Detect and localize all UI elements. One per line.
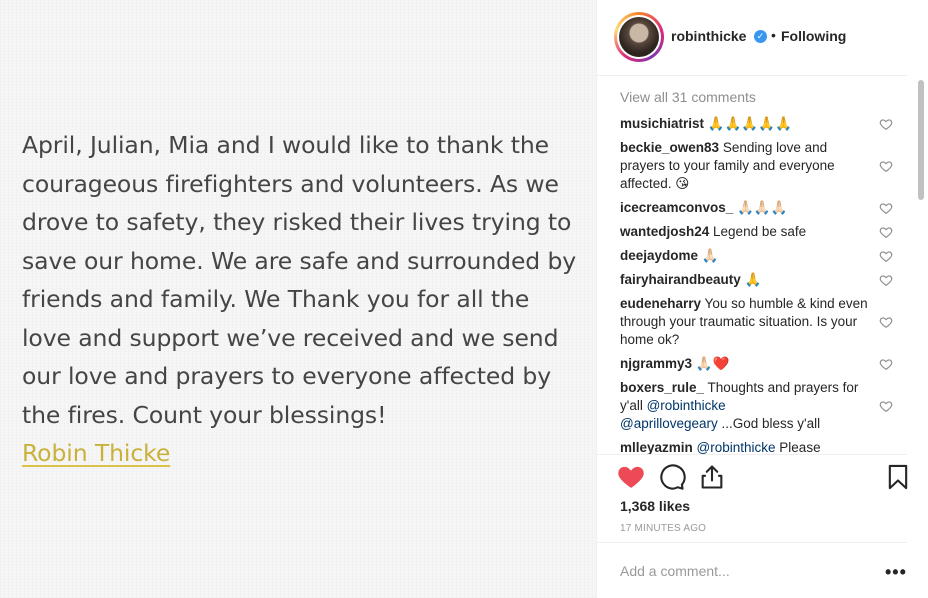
- comment: musichiatrist 🙏🙏🙏🙏🙏: [620, 115, 870, 133]
- comment-text: Legend be safe: [709, 224, 807, 239]
- mention-link[interactable]: @aprillovegeary: [620, 416, 718, 431]
- comment-username[interactable]: deejaydome: [620, 248, 698, 263]
- username-link[interactable]: robinthicke: [671, 28, 746, 44]
- comment-text: 🙏🙏🙏🙏🙏: [704, 116, 792, 131]
- comment-bubble-icon[interactable]: [658, 463, 686, 491]
- comment-like-icon[interactable]: [879, 201, 893, 215]
- separator-dot: •: [771, 27, 776, 43]
- comment-username[interactable]: icecreamconvos_: [620, 200, 733, 215]
- mention-link[interactable]: @robinthicke: [647, 398, 726, 413]
- comment: deejaydome 🙏🏻: [620, 247, 870, 265]
- post-signature: Robin Thicke: [22, 439, 171, 467]
- comment: boxers_rule_ Thoughts and prayers for y'…: [620, 379, 870, 433]
- post-header: robinthicke ✓ • Following: [597, 0, 928, 76]
- view-all-comments-link[interactable]: View all 31 comments: [620, 89, 756, 105]
- comment: wantedjosh24 Legend be safe: [620, 223, 870, 241]
- comment-like-icon[interactable]: [879, 357, 893, 371]
- comment-like-icon[interactable]: [879, 225, 893, 239]
- comment-like-icon[interactable]: [879, 399, 893, 413]
- comment: icecreamconvos_ 🙏🏻🙏🏻🙏🏻: [620, 199, 870, 217]
- comment-username[interactable]: musichiatrist: [620, 116, 704, 131]
- divider: [597, 542, 907, 543]
- comment-text: Please: [775, 440, 821, 454]
- post-body: April, Julian, Mia and I would like to t…: [22, 131, 577, 429]
- comment-username[interactable]: boxers_rule_: [620, 380, 704, 395]
- likes-count[interactable]: 1,368 likes: [620, 498, 690, 514]
- avatar[interactable]: [614, 12, 664, 62]
- comment-like-icon[interactable]: [879, 117, 893, 131]
- post-text: April, Julian, Mia and I would like to t…: [22, 126, 582, 473]
- comments-scrollbar[interactable]: [917, 80, 925, 454]
- action-bar: 1,368 likes 17 MINUTES AGO: [597, 455, 928, 545]
- scrollbar-thumb[interactable]: [918, 80, 924, 200]
- post-image[interactable]: April, Julian, Mia and I would like to t…: [0, 0, 596, 598]
- following-button[interactable]: Following: [781, 28, 846, 44]
- post-sidebar: robinthicke ✓ • Following View all 31 co…: [597, 0, 928, 598]
- verified-badge-icon: ✓: [754, 30, 767, 43]
- comment-text: 🙏🏻: [698, 248, 719, 263]
- comment-username[interactable]: njgrammy3: [620, 356, 692, 371]
- more-options-button[interactable]: •••: [885, 562, 907, 583]
- comment: eudeneharry You so humble & kind even th…: [620, 295, 870, 349]
- comment-username[interactable]: wantedjosh24: [620, 224, 709, 239]
- comment-username[interactable]: mlleyazmin: [620, 440, 693, 454]
- add-comment-input[interactable]: Add a comment...: [620, 563, 860, 579]
- like-heart-icon[interactable]: [617, 463, 645, 491]
- comment-username[interactable]: beckie_owen83: [620, 140, 719, 155]
- comment: mlleyazmin @robinthicke Please: [620, 439, 870, 454]
- comment-like-icon[interactable]: [879, 315, 893, 329]
- mention-link[interactable]: @robinthicke: [697, 440, 776, 454]
- comment-like-icon[interactable]: [879, 249, 893, 263]
- share-icon[interactable]: [698, 463, 726, 491]
- comments-list[interactable]: View all 31 comments musichiatrist 🙏🙏🙏🙏🙏…: [597, 76, 917, 454]
- comment-text: 🙏🏻❤️: [692, 356, 730, 371]
- post-timestamp: 17 MINUTES AGO: [620, 523, 707, 534]
- bookmark-icon[interactable]: [884, 463, 912, 491]
- comment-text: 🙏: [740, 272, 762, 287]
- comment: njgrammy3 🙏🏻❤️: [620, 355, 870, 373]
- comment-text: ...God bless y'all: [717, 416, 821, 431]
- comment-text: 🙏🏻🙏🏻🙏🏻: [733, 200, 788, 215]
- comment: fairyhairandbeauty 🙏: [620, 271, 870, 289]
- comment: beckie_owen83 Sending love and prayers t…: [620, 139, 870, 193]
- comment-username[interactable]: eudeneharry: [620, 296, 701, 311]
- comment-username[interactable]: fairyhairandbeauty: [620, 272, 741, 287]
- comment-like-icon[interactable]: [879, 159, 893, 173]
- comment-like-icon[interactable]: [879, 273, 893, 287]
